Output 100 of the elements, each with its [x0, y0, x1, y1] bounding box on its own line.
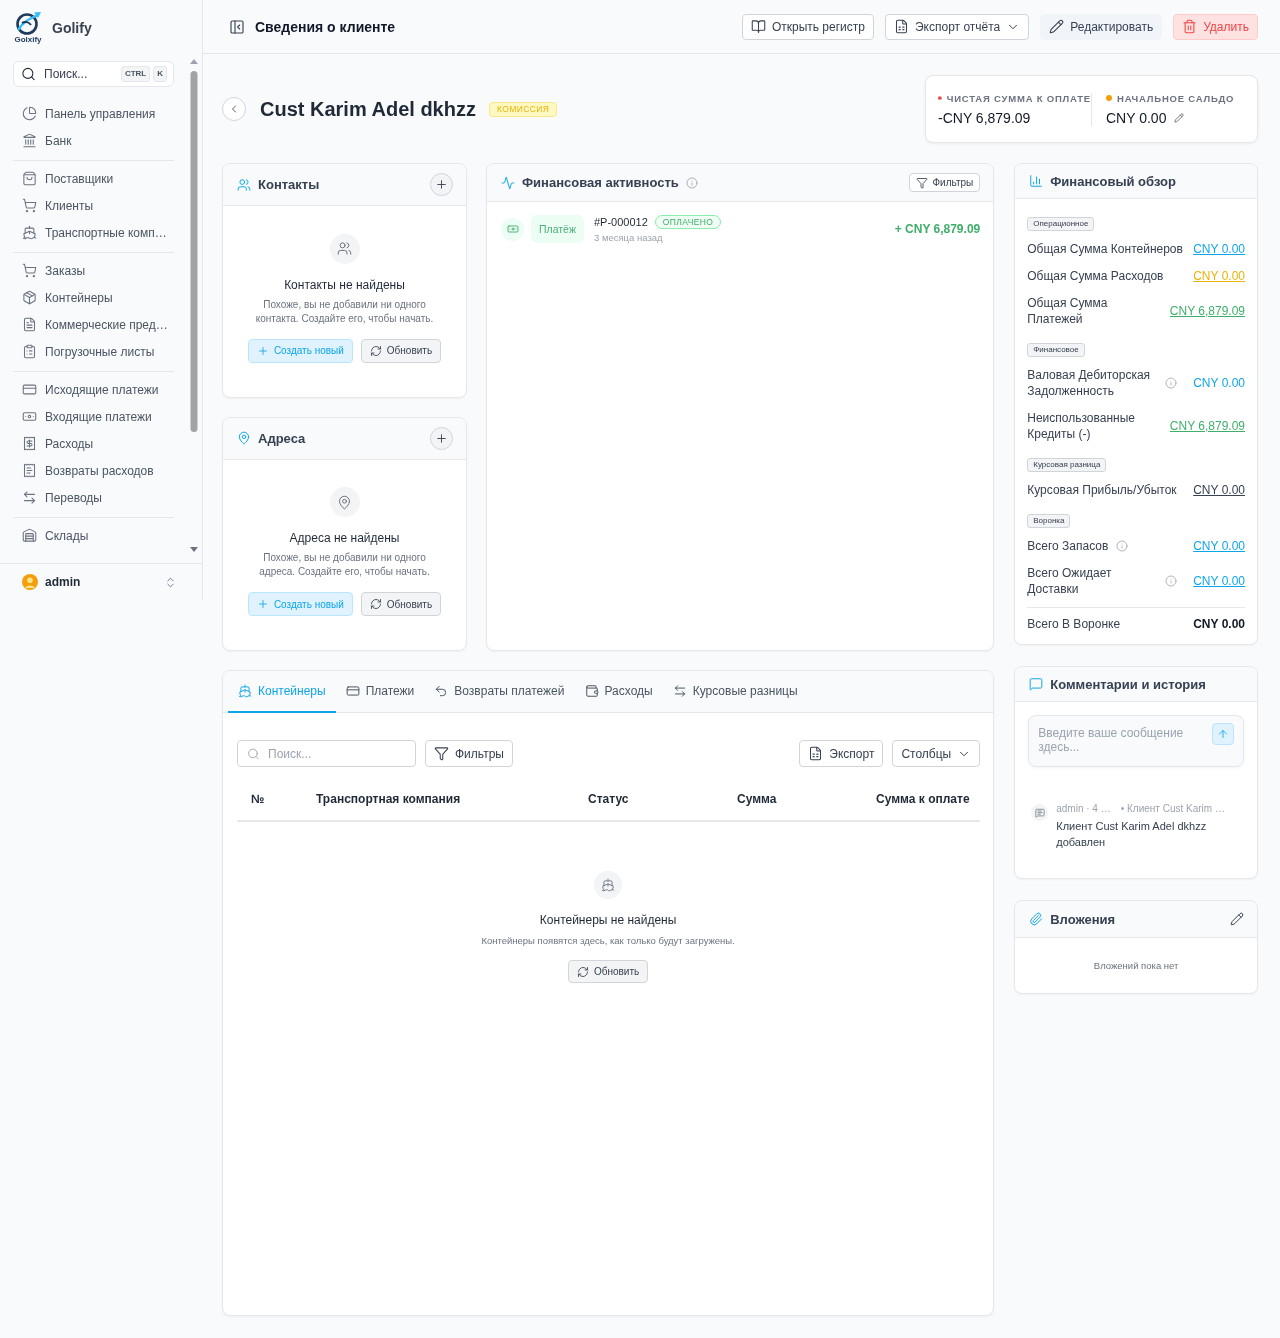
- arrows-left-right-icon: [672, 684, 687, 698]
- refresh-icon: [576, 965, 589, 978]
- chevrons-up-down-icon: [164, 575, 177, 589]
- back-button[interactable]: [222, 97, 246, 121]
- tab[interactable]: Возвраты платежей: [424, 671, 575, 713]
- metric-label: Неиспользованные Кредиты (-): [1027, 409, 1136, 442]
- column-header: Сумма к оплате: [875, 792, 971, 806]
- info-icon[interactable]: [1116, 539, 1129, 552]
- nav-item[interactable]: Транспортные комп…: [13, 219, 174, 246]
- message-icon: [1029, 677, 1044, 691]
- banknote-icon: [22, 409, 37, 424]
- empty-text: Контейнеры появятся здесь, как только будут загружены.: [481, 935, 735, 946]
- metric-label: Всего В Воронке: [1027, 616, 1121, 632]
- add-button[interactable]: [430, 426, 453, 450]
- pencil-icon[interactable]: [1230, 912, 1244, 926]
- action-button[interactable]: Редактировать: [1040, 13, 1163, 40]
- filter-icon: [434, 746, 449, 761]
- comment-text: Клиент Cust Karim Adel dkhzz добавлен: [1056, 819, 1208, 850]
- search-icon: [247, 747, 260, 760]
- scrollbar[interactable]: [190, 58, 198, 554]
- empty-title: Контейнеры не найдены: [539, 913, 677, 927]
- shopping-bag-icon: [22, 171, 37, 186]
- arrow-up-icon: [1217, 728, 1229, 740]
- nav-item[interactable]: Расходы: [13, 430, 174, 457]
- message-field[interactable]: Введите ваше сообщение здесь...: [1028, 715, 1244, 767]
- undo-arrow-icon: [434, 684, 449, 698]
- search-field[interactable]: Поиск...: [237, 740, 416, 767]
- avatar-icon: [22, 574, 38, 590]
- nav-item[interactable]: Склады: [13, 522, 174, 549]
- plus-icon: [256, 344, 269, 357]
- metric-label: Всего Ожидает Доставки: [1027, 564, 1113, 597]
- card-title: Финансовая активность: [522, 175, 679, 190]
- nav-item[interactable]: Банк: [13, 127, 174, 154]
- tab[interactable]: Платежи: [335, 671, 425, 713]
- column-header: Сумма: [736, 792, 778, 806]
- nav-item[interactable]: Заказы: [13, 257, 174, 284]
- document-icon: [22, 317, 37, 332]
- keyboard-key: CTRL: [120, 66, 151, 82]
- empty-text: Похоже, вы не добавили ни одного адреса. Создайте его, чтобы начать.: [258, 551, 431, 580]
- arrows-left-right-icon: [22, 490, 37, 505]
- payment-time: 3 месяца назад: [593, 232, 664, 243]
- send-button[interactable]: [1212, 723, 1234, 745]
- export-button[interactable]: Экспорт: [799, 740, 884, 767]
- section-tag: Курсовая разница: [1027, 458, 1107, 472]
- amount-link[interactable]: CNY 0.00: [1187, 482, 1245, 497]
- nav-item[interactable]: Панель управления: [13, 100, 174, 127]
- page-title: Сведения о клиенте: [255, 18, 396, 35]
- action-button[interactable]: Открыть регистр: [741, 13, 874, 40]
- payment-number[interactable]: #P-000012: [593, 216, 648, 228]
- tab[interactable]: Расходы: [574, 671, 663, 713]
- nav-item[interactable]: Контейнеры: [13, 284, 174, 311]
- refresh-button[interactable]: Обновить: [360, 338, 442, 363]
- plus-icon: [435, 431, 448, 445]
- comment-context: • Клиент Cust Karim …: [1120, 803, 1225, 814]
- pencil-icon: [1049, 19, 1065, 34]
- users-icon: [329, 233, 360, 264]
- filter-button[interactable]: Фильтры: [425, 740, 513, 767]
- sidebar-toggle-icon[interactable]: [229, 18, 245, 35]
- paperclip-icon: [1029, 912, 1044, 926]
- bank-icon: [22, 133, 37, 148]
- info-icon[interactable]: [1165, 376, 1178, 389]
- trash-icon: [1182, 19, 1198, 34]
- card-title: Контакты: [258, 177, 320, 192]
- info-icon[interactable]: [1165, 574, 1178, 587]
- nav-item[interactable]: Входящие платежи: [13, 403, 174, 430]
- metric-label: Общая Сумма Контейнеров: [1027, 240, 1183, 257]
- chart-pie-icon: [22, 106, 37, 121]
- nav-item[interactable]: Переводы: [13, 484, 174, 511]
- refresh-button[interactable]: Обновить: [567, 960, 649, 983]
- user-menu[interactable]: admin: [0, 563, 202, 600]
- message-icon: [1031, 804, 1049, 821]
- column-header: Транспортная компания: [315, 792, 462, 806]
- nav-item[interactable]: Коммерческие пред…: [13, 311, 174, 338]
- receipt-icon: [22, 436, 37, 451]
- card-title: Адреса: [258, 430, 306, 446]
- map-pin-icon: [329, 487, 360, 518]
- search-icon: [21, 66, 36, 82]
- column-header: Статус: [587, 792, 630, 806]
- section-tag: Финансовое: [1027, 343, 1085, 357]
- pencil-icon[interactable]: [1174, 112, 1185, 123]
- refresh-button[interactable]: Обновить: [360, 592, 442, 617]
- nav-item[interactable]: Исходящие платежи: [13, 376, 174, 403]
- brand-name: Golify: [52, 19, 92, 36]
- plus-icon: [435, 178, 448, 191]
- ship-icon: [22, 225, 37, 240]
- spreadsheet-icon: [893, 19, 909, 34]
- card-icon: [345, 684, 360, 698]
- nav-item[interactable]: Клиенты: [13, 192, 174, 219]
- columns-button[interactable]: Столбцы: [892, 740, 981, 767]
- filter-button[interactable]: Фильтры: [909, 173, 981, 192]
- nav-item[interactable]: Возвраты расходов: [13, 457, 174, 484]
- nav-item[interactable]: Поставщики: [13, 165, 174, 192]
- add-button[interactable]: [430, 173, 453, 196]
- empty-title: Адреса не найдены: [289, 531, 400, 546]
- empty-title: Контакты не найдены: [284, 277, 405, 292]
- logo-icon: [14, 11, 42, 35]
- nav-item[interactable]: Погрузочные листы: [13, 338, 174, 365]
- action-button[interactable]: Экспорт отчёта: [884, 13, 1030, 40]
- amount-value: CNY 0.00: [1193, 617, 1245, 631]
- tab[interactable]: Курсовые разницы: [662, 671, 808, 713]
